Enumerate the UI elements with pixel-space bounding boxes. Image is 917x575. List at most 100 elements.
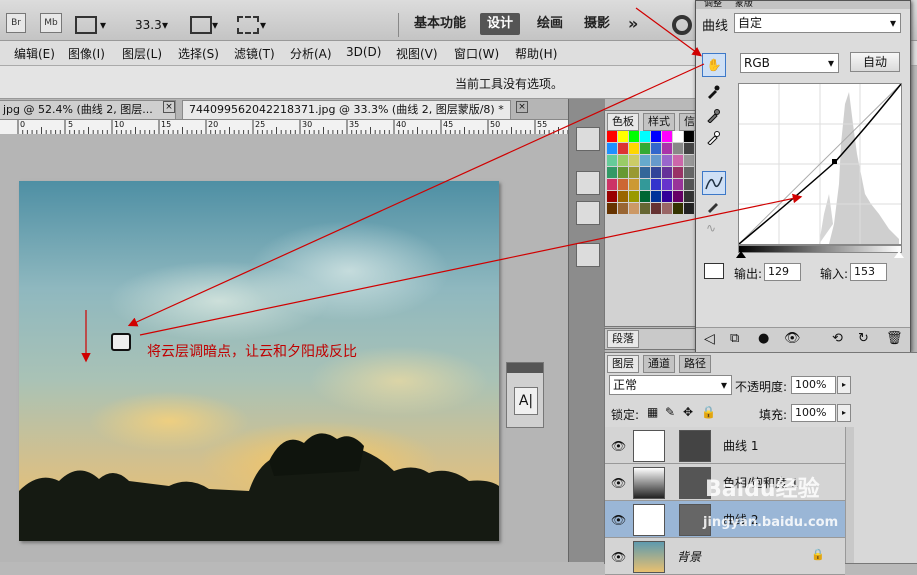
- color-swatch[interactable]: [629, 167, 639, 178]
- lock-move-icon[interactable]: ✥: [683, 405, 693, 419]
- color-swatch[interactable]: [640, 191, 650, 202]
- color-swatch[interactable]: [662, 191, 672, 202]
- color-swatch[interactable]: [651, 131, 661, 142]
- color-swatch[interactable]: [618, 143, 628, 154]
- color-swatch[interactable]: [640, 179, 650, 190]
- color-swatch[interactable]: [673, 179, 683, 190]
- menu-filter[interactable]: 滤镜(T): [234, 45, 275, 62]
- layer-row[interactable]: 👁 曲线 1: [605, 427, 845, 464]
- preset-dropdown[interactable]: 自定 ▾: [734, 13, 901, 33]
- tab-layers[interactable]: 图层: [607, 355, 639, 373]
- color-swatch[interactable]: [673, 143, 683, 154]
- lock-all-icon[interactable]: 🔒: [701, 405, 716, 419]
- color-swatch[interactable]: [673, 131, 683, 142]
- auto-button[interactable]: 自动: [850, 52, 900, 72]
- close-icon[interactable]: ×: [163, 101, 175, 113]
- menu-view[interactable]: 视图(V): [396, 45, 438, 62]
- color-swatch[interactable]: [607, 191, 617, 202]
- tab-paths[interactable]: 路径: [679, 355, 711, 373]
- clip-to-layer-icon[interactable]: ●: [758, 331, 769, 346]
- lock-brush-icon[interactable]: ✎: [665, 405, 675, 419]
- fill-arrow-icon[interactable]: ▸: [837, 404, 851, 422]
- tab-styles[interactable]: 样式: [643, 113, 675, 131]
- color-swatch[interactable]: [607, 179, 617, 190]
- color-swatch[interactable]: [618, 131, 628, 142]
- tab-document-1[interactable]: jpg @ 52.4% (曲线 2, 图层...: [0, 100, 176, 119]
- color-swatch[interactable]: [651, 179, 661, 190]
- color-swatch[interactable]: [673, 155, 683, 166]
- tab-swatches[interactable]: 色板: [607, 113, 639, 131]
- lock-transparency-icon[interactable]: ▦: [647, 405, 658, 419]
- color-swatch[interactable]: [662, 143, 672, 154]
- color-swatch[interactable]: [618, 191, 628, 202]
- visibility-eye-icon[interactable]: 👁: [784, 331, 801, 346]
- color-swatch[interactable]: [607, 167, 617, 178]
- visibility-eye-icon[interactable]: 👁: [611, 550, 626, 564]
- cs-live-icon[interactable]: [672, 15, 692, 35]
- menu-window[interactable]: 窗口(W): [454, 45, 499, 62]
- opacity-arrow-icon[interactable]: ▸: [837, 376, 851, 394]
- color-swatch[interactable]: [607, 143, 617, 154]
- color-swatch[interactable]: [640, 131, 650, 142]
- black-slider-icon[interactable]: [736, 251, 746, 258]
- tab-adjustments[interactable]: 调整: [704, 1, 722, 9]
- fill-field[interactable]: 100%: [791, 404, 836, 422]
- color-swatch[interactable]: [629, 155, 639, 166]
- character-panel-icon[interactable]: A|: [514, 387, 538, 415]
- menu-image[interactable]: 图像(I): [68, 45, 105, 62]
- targeted-adjustment-tool-icon[interactable]: ✋: [702, 53, 726, 77]
- color-swatch[interactable]: [684, 143, 694, 154]
- bridge-button[interactable]: Br: [6, 13, 26, 33]
- color-swatch[interactable]: [640, 167, 650, 178]
- swatches-panel-icon[interactable]: [576, 127, 600, 151]
- output-field[interactable]: 129: [764, 263, 801, 281]
- expand-view-icon[interactable]: ⧉: [730, 331, 739, 346]
- color-swatch[interactable]: [629, 143, 639, 154]
- workspace-painting[interactable]: 绘画: [537, 13, 563, 35]
- menu-help[interactable]: 帮助(H): [515, 45, 557, 62]
- white-slider-icon[interactable]: [894, 251, 904, 258]
- color-swatch[interactable]: [629, 131, 639, 142]
- color-swatch[interactable]: [651, 143, 661, 154]
- color-swatch[interactable]: [651, 203, 661, 214]
- visibility-eye-icon[interactable]: 👁: [611, 513, 626, 527]
- color-swatch[interactable]: [673, 167, 683, 178]
- opacity-field[interactable]: 100%: [791, 376, 836, 394]
- swatch-grid[interactable]: [607, 131, 695, 219]
- color-swatch[interactable]: [640, 203, 650, 214]
- color-swatch[interactable]: [662, 203, 672, 214]
- reset-icon[interactable]: ↻: [858, 331, 869, 346]
- workspace-essentials[interactable]: 基本功能: [414, 13, 466, 35]
- arrange-documents-icon[interactable]: [190, 16, 212, 34]
- color-swatch[interactable]: [607, 131, 617, 142]
- navigator-icon[interactable]: [576, 171, 600, 195]
- menu-select[interactable]: 选择(S): [178, 45, 219, 62]
- workspace-design[interactable]: 设计: [480, 13, 520, 35]
- zoom-level[interactable]: 33.3: [135, 18, 162, 32]
- input-field[interactable]: 153: [850, 263, 887, 281]
- tab-document-2[interactable]: 744099562042218371.jpg @ 33.3% (曲线 2, 图层…: [182, 100, 511, 119]
- clipping-warning-icon[interactable]: [704, 263, 724, 279]
- color-swatch[interactable]: [673, 203, 683, 214]
- color-swatch[interactable]: [607, 203, 617, 214]
- color-swatch[interactable]: [629, 203, 639, 214]
- color-swatch[interactable]: [618, 179, 628, 190]
- color-swatch[interactable]: [662, 179, 672, 190]
- color-swatch[interactable]: [629, 179, 639, 190]
- back-arrow-icon[interactable]: ◁: [704, 331, 715, 347]
- white-point-eyedropper-icon[interactable]: [706, 131, 720, 146]
- color-swatch[interactable]: [618, 155, 628, 166]
- workspace-photography[interactable]: 摄影: [584, 13, 610, 35]
- color-swatch[interactable]: [607, 155, 617, 166]
- curves-graph[interactable]: [738, 83, 902, 245]
- visibility-eye-icon[interactable]: 👁: [611, 476, 626, 490]
- color-swatch[interactable]: [684, 191, 694, 202]
- color-swatch[interactable]: [662, 155, 672, 166]
- blend-mode-dropdown[interactable]: 正常 ▾: [609, 375, 732, 395]
- menu-3d[interactable]: 3D(D): [346, 45, 381, 59]
- document-photo[interactable]: 将云层调暗点，让云和夕阳成反比: [19, 181, 499, 541]
- screen-mode-icon[interactable]: [237, 16, 259, 34]
- histogram-icon[interactable]: [576, 201, 600, 225]
- gray-point-eyedropper-icon[interactable]: [706, 109, 720, 124]
- view-extras-icon[interactable]: [75, 16, 97, 34]
